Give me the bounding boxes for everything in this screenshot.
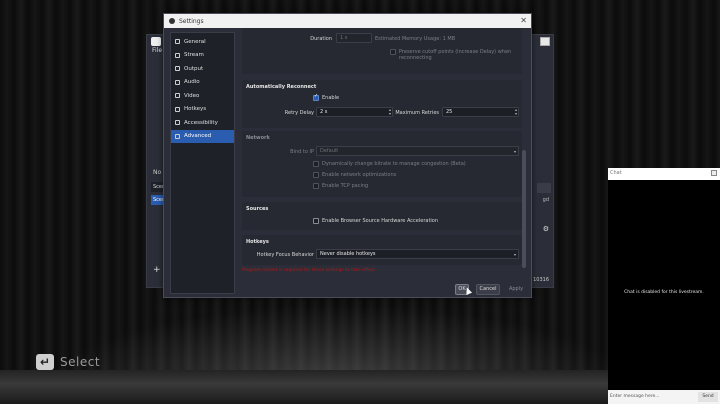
sidebar-item-stream[interactable]: Stream	[171, 49, 234, 63]
duration-label: Duration	[310, 36, 332, 42]
duration-field[interactable]: 1 s	[336, 33, 372, 43]
bind-ip-select[interactable]: Default ▾	[316, 146, 519, 156]
speaker-icon	[175, 79, 180, 85]
hotkey-focus-value: Never disable hotkeys	[320, 251, 376, 257]
hotkeys-group: Hotkeys Hotkey Focus Behavior Never disa…	[242, 235, 522, 265]
apply-button[interactable]: Apply	[504, 284, 528, 295]
preserve-cutoff-checkbox[interactable]	[390, 49, 396, 55]
panel-label: gd	[542, 197, 549, 203]
bind-ip-label: Bind to IP	[290, 149, 314, 155]
bind-ip-value: Default	[320, 148, 339, 154]
gear-icon	[175, 39, 180, 45]
browser-accel-label: Enable Browser Source Hardware Accelerat…	[322, 218, 439, 224]
monitor-icon	[175, 93, 180, 99]
obs-logo-icon	[151, 37, 161, 46]
panel-button[interactable]	[537, 183, 551, 193]
hotkey-focus-label: Hotkey Focus Behavior	[256, 252, 314, 258]
settings-content: Duration 1 s Estimated Memory Usage: 1 M…	[238, 28, 526, 272]
sidebar-item-label: Output	[184, 65, 204, 72]
settings-sidebar: General Stream Output Audio Video Hotkey…	[170, 32, 235, 294]
duration-value: 1 s	[340, 35, 348, 41]
sidebar-item-label: General	[184, 38, 206, 45]
obs-app-icon	[169, 18, 175, 24]
chat-footer: Enter message here... Send	[608, 390, 720, 404]
wrench-icon	[175, 133, 180, 139]
close-icon[interactable]: ✕	[520, 16, 527, 26]
network-opt-label: Enable network optimizations	[322, 172, 397, 178]
max-retries-label: Maximum Retries	[395, 110, 439, 116]
settings-titlebar: Settings ✕	[164, 14, 531, 28]
sidebar-item-label: Accessibility	[184, 119, 218, 126]
sources-group: Sources Enable Browser Source Hardware A…	[242, 202, 522, 230]
sidebar-item-label: Video	[184, 92, 200, 99]
add-scene-button[interactable]: +	[153, 265, 161, 275]
chevron-down-icon: ▾	[513, 149, 516, 154]
scrollbar-thumb[interactable]	[522, 150, 526, 268]
spin-arrows-icon[interactable]: ▴ ▾	[389, 108, 391, 116]
select-label: Select	[60, 355, 101, 369]
sources-title: Sources	[246, 206, 269, 212]
globe-icon	[175, 52, 180, 58]
retry-delay-field[interactable]: 2 s ▴ ▾	[316, 107, 393, 117]
retry-delay-value: 2 s	[320, 109, 328, 115]
enter-key-icon: ↵	[36, 354, 54, 370]
tcp-pacing-label: Enable TCP pacing	[322, 183, 369, 189]
auto-reconnect-enable-label: Enable	[322, 95, 340, 101]
sidebar-item-label: Stream	[184, 52, 204, 59]
spin-arrows-icon[interactable]: ▴ ▾	[515, 108, 517, 116]
retry-delay-label: Retry Delay	[284, 110, 314, 116]
keyboard-icon	[175, 106, 180, 112]
chat-body: Chat is disabled for this livestream.	[608, 180, 720, 390]
sidebar-item-video[interactable]: Video	[171, 89, 234, 103]
close-icon[interactable]	[711, 170, 717, 176]
network-title: Network	[246, 135, 270, 141]
cancel-button[interactable]: Cancel	[476, 284, 500, 295]
gear-icon[interactable]: ⚙	[543, 225, 549, 233]
output-icon	[175, 66, 180, 72]
network-group: Network Bind to IP Default ▾ Dynamically…	[242, 131, 522, 197]
auto-reconnect-enable-checkbox[interactable]	[313, 93, 319, 101]
sidebar-item-output[interactable]: Output	[171, 62, 234, 76]
main-window-button[interactable]	[540, 37, 550, 46]
auto-reconnect-group: Automatically Reconnect Enable Retry Del…	[242, 80, 522, 128]
restart-warning: Program restart is required for these se…	[242, 268, 377, 273]
auto-reconnect-title: Automatically Reconnect	[246, 84, 317, 90]
hotkey-focus-select[interactable]: Never disable hotkeys ▾	[316, 249, 519, 259]
chat-window: Chat Chat is disabled for this livestrea…	[608, 168, 720, 404]
stream-delay-group: Duration 1 s Estimated Memory Usage: 1 M…	[242, 28, 522, 74]
menu-file[interactable]: File	[152, 47, 162, 54]
accessibility-icon	[175, 120, 180, 126]
settings-title: Settings	[179, 17, 204, 25]
chat-message-input[interactable]: Enter message here...	[610, 392, 692, 402]
sidebar-item-advanced[interactable]: Advanced	[171, 129, 234, 143]
dynamic-bitrate-checkbox[interactable]	[313, 161, 319, 167]
max-retries-value: 25	[446, 109, 453, 115]
dynamic-bitrate-label: Dynamically change bitrate to manage con…	[322, 161, 466, 167]
network-opt-checkbox[interactable]	[313, 172, 319, 178]
sidebar-item-label: Hotkeys	[184, 106, 207, 113]
sidebar-item-label: Advanced	[184, 133, 212, 140]
send-button[interactable]: Send	[698, 392, 718, 402]
sidebar-item-audio[interactable]: Audio	[171, 76, 234, 90]
preserve-cutoff-label: Preserve cutoff points (increase Delay) …	[399, 49, 512, 61]
sidebar-item-accessibility[interactable]: Accessibility	[171, 116, 234, 130]
max-retries-field[interactable]: 25 ▴ ▾	[442, 107, 519, 117]
sidebar-item-label: Audio	[184, 79, 200, 86]
tcp-pacing-checkbox[interactable]	[313, 183, 319, 189]
hotkeys-title: Hotkeys	[246, 239, 269, 245]
settings-scrollbar[interactable]	[522, 40, 526, 272]
chat-title: Chat	[610, 170, 622, 176]
memory-usage-text: Estimated Memory Usage: 1 MB	[375, 36, 456, 42]
chevron-down-icon: ▾	[513, 252, 516, 257]
chat-disabled-message: Chat is disabled for this livestream.	[624, 290, 704, 295]
browser-accel-checkbox[interactable]	[313, 218, 319, 224]
settings-dialog: Settings ✕ General Stream Output Audio V…	[163, 13, 532, 298]
sidebar-item-general[interactable]: General	[171, 35, 234, 49]
counter-text: 10316	[533, 277, 549, 283]
sidebar-item-hotkeys[interactable]: Hotkeys	[171, 103, 234, 117]
select-hint: ↵ Select	[36, 354, 100, 370]
